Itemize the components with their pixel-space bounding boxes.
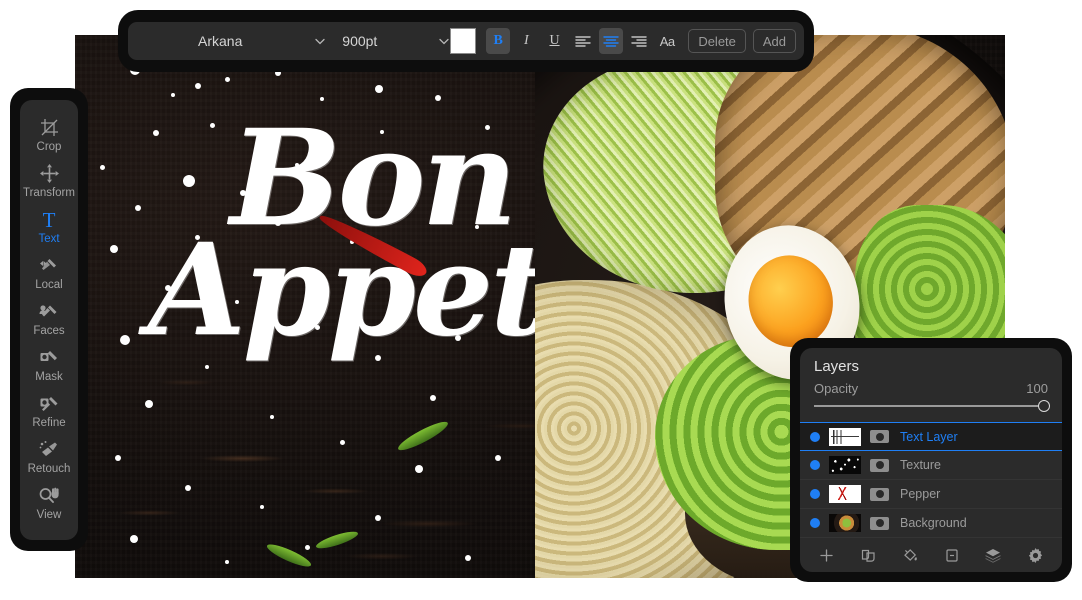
sidebar-label-retouch: Retouch (27, 462, 71, 475)
layer-visibility-toggle[interactable] (810, 460, 820, 470)
align-right-icon (631, 35, 647, 47)
layer-visibility-toggle[interactable] (810, 431, 820, 442)
add-button[interactable]: Add (752, 29, 797, 53)
italic-label: I (524, 33, 529, 48)
sidebar-item-transform[interactable]: Transform (20, 158, 78, 204)
faces-icon (39, 302, 59, 322)
text-case-button[interactable]: Aa (655, 28, 679, 54)
text-case-label: Aa (659, 33, 675, 49)
opacity-label: Opacity (814, 381, 859, 396)
layer-row[interactable]: Text Layer (800, 422, 1062, 451)
layers-panel: Layers Opacity 100 Text Layer Texture Pepp… (800, 348, 1062, 572)
layer-thumbnail (829, 514, 861, 532)
align-center-icon (603, 35, 619, 47)
layer-mask-toggle[interactable] (870, 430, 889, 443)
align-right-button[interactable] (627, 28, 651, 54)
sidebar-item-faces[interactable]: Faces (20, 296, 78, 342)
layers-panel-title: Layers (814, 358, 860, 375)
tools-sidebar: Crop Transform T Text Local Faces Mask R… (20, 100, 78, 540)
layer-thumbnail (829, 485, 861, 503)
sidebar-label-refine: Refine (32, 416, 66, 429)
sidebar-item-retouch[interactable]: Retouch (20, 434, 78, 480)
font-size-value: 900pt (342, 33, 378, 49)
refine-icon (39, 394, 59, 414)
layer-thumbnail (829, 456, 861, 474)
sidebar-label-mask: Mask (35, 370, 63, 383)
sidebar-item-text[interactable]: T Text (20, 204, 78, 250)
opacity-slider-handle[interactable] (1038, 400, 1050, 412)
view-icon (39, 486, 60, 506)
layer-thumbnail (829, 427, 861, 446)
add-label: Add (762, 33, 787, 49)
layer-name: Background (900, 516, 967, 530)
opacity-row: Opacity 100 (800, 381, 1062, 400)
layer-row[interactable]: Background (800, 509, 1062, 538)
chevron-down-icon (439, 38, 449, 45)
sidebar-label-crop: Crop (36, 140, 62, 153)
layer-mask-toggle[interactable] (870, 516, 889, 530)
duplicate-layer-icon[interactable] (856, 544, 880, 566)
underline-button[interactable]: U (542, 28, 566, 54)
sidebar-label-text: Text (38, 232, 60, 245)
sidebar-item-mask[interactable]: Mask (20, 342, 78, 388)
delete-button[interactable]: Delete (688, 29, 746, 53)
layer-visibility-toggle[interactable] (810, 489, 820, 499)
layer-name: Text Layer (900, 429, 958, 444)
settings-gear-icon[interactable] (1023, 544, 1047, 566)
layer-name: Pepper (900, 487, 941, 501)
layer-toolbar (800, 538, 1062, 572)
align-center-button[interactable] (598, 28, 623, 54)
layer-mask-toggle[interactable] (870, 487, 889, 501)
layer-name: Texture (900, 458, 941, 472)
align-left-button[interactable] (571, 28, 595, 54)
text-color-swatch[interactable] (450, 28, 477, 54)
font-size-select[interactable]: 900pt (330, 28, 450, 54)
sidebar-label-view: View (36, 508, 62, 521)
mask-icon (39, 348, 59, 368)
layer-mask-toggle[interactable] (870, 458, 889, 472)
bold-button[interactable]: B (486, 28, 511, 54)
opacity-value: 100 (1026, 381, 1048, 396)
italic-button[interactable]: I (514, 28, 538, 54)
fill-bucket-icon[interactable] (898, 544, 922, 566)
layer-stack-icon[interactable] (981, 544, 1005, 566)
sidebar-item-local[interactable]: Local (20, 250, 78, 296)
layer-visibility-toggle[interactable] (810, 518, 820, 528)
underline-label: U (549, 33, 560, 48)
text-toolbar: Arkana 900pt B I U Aa Delete Add (128, 22, 804, 60)
delete-layer-icon[interactable] (940, 544, 964, 566)
retouch-icon (39, 440, 59, 460)
crop-icon (40, 118, 59, 138)
add-layer-icon[interactable] (815, 544, 839, 566)
local-icon (39, 256, 59, 276)
sidebar-item-view[interactable]: View (20, 480, 78, 526)
layer-row[interactable]: Pepper (800, 480, 1062, 509)
layer-row[interactable]: Texture (800, 451, 1062, 480)
transform-icon (39, 164, 59, 184)
opacity-slider[interactable] (814, 400, 1050, 412)
sidebar-item-refine[interactable]: Refine (20, 388, 78, 434)
align-left-icon (575, 35, 591, 47)
sidebar-item-crop[interactable]: Crop (20, 112, 78, 158)
sidebar-label-faces: Faces (33, 324, 65, 337)
bold-label: B (493, 33, 503, 48)
chevron-down-icon (315, 38, 325, 45)
delete-label: Delete (698, 33, 736, 49)
sidebar-label-transform: Transform (23, 186, 75, 199)
layer-list: Text Layer Texture Pepper Background (800, 422, 1062, 538)
sidebar-label-local: Local (35, 278, 63, 291)
opacity-slider-track (814, 405, 1048, 407)
photo-editor-app: Bon Appetit Arkana 900pt B I U Aa Delete… (0, 0, 1082, 600)
font-family-select[interactable]: Arkana (136, 28, 326, 54)
text-icon: T (42, 207, 56, 232)
font-family-value: Arkana (198, 33, 243, 49)
